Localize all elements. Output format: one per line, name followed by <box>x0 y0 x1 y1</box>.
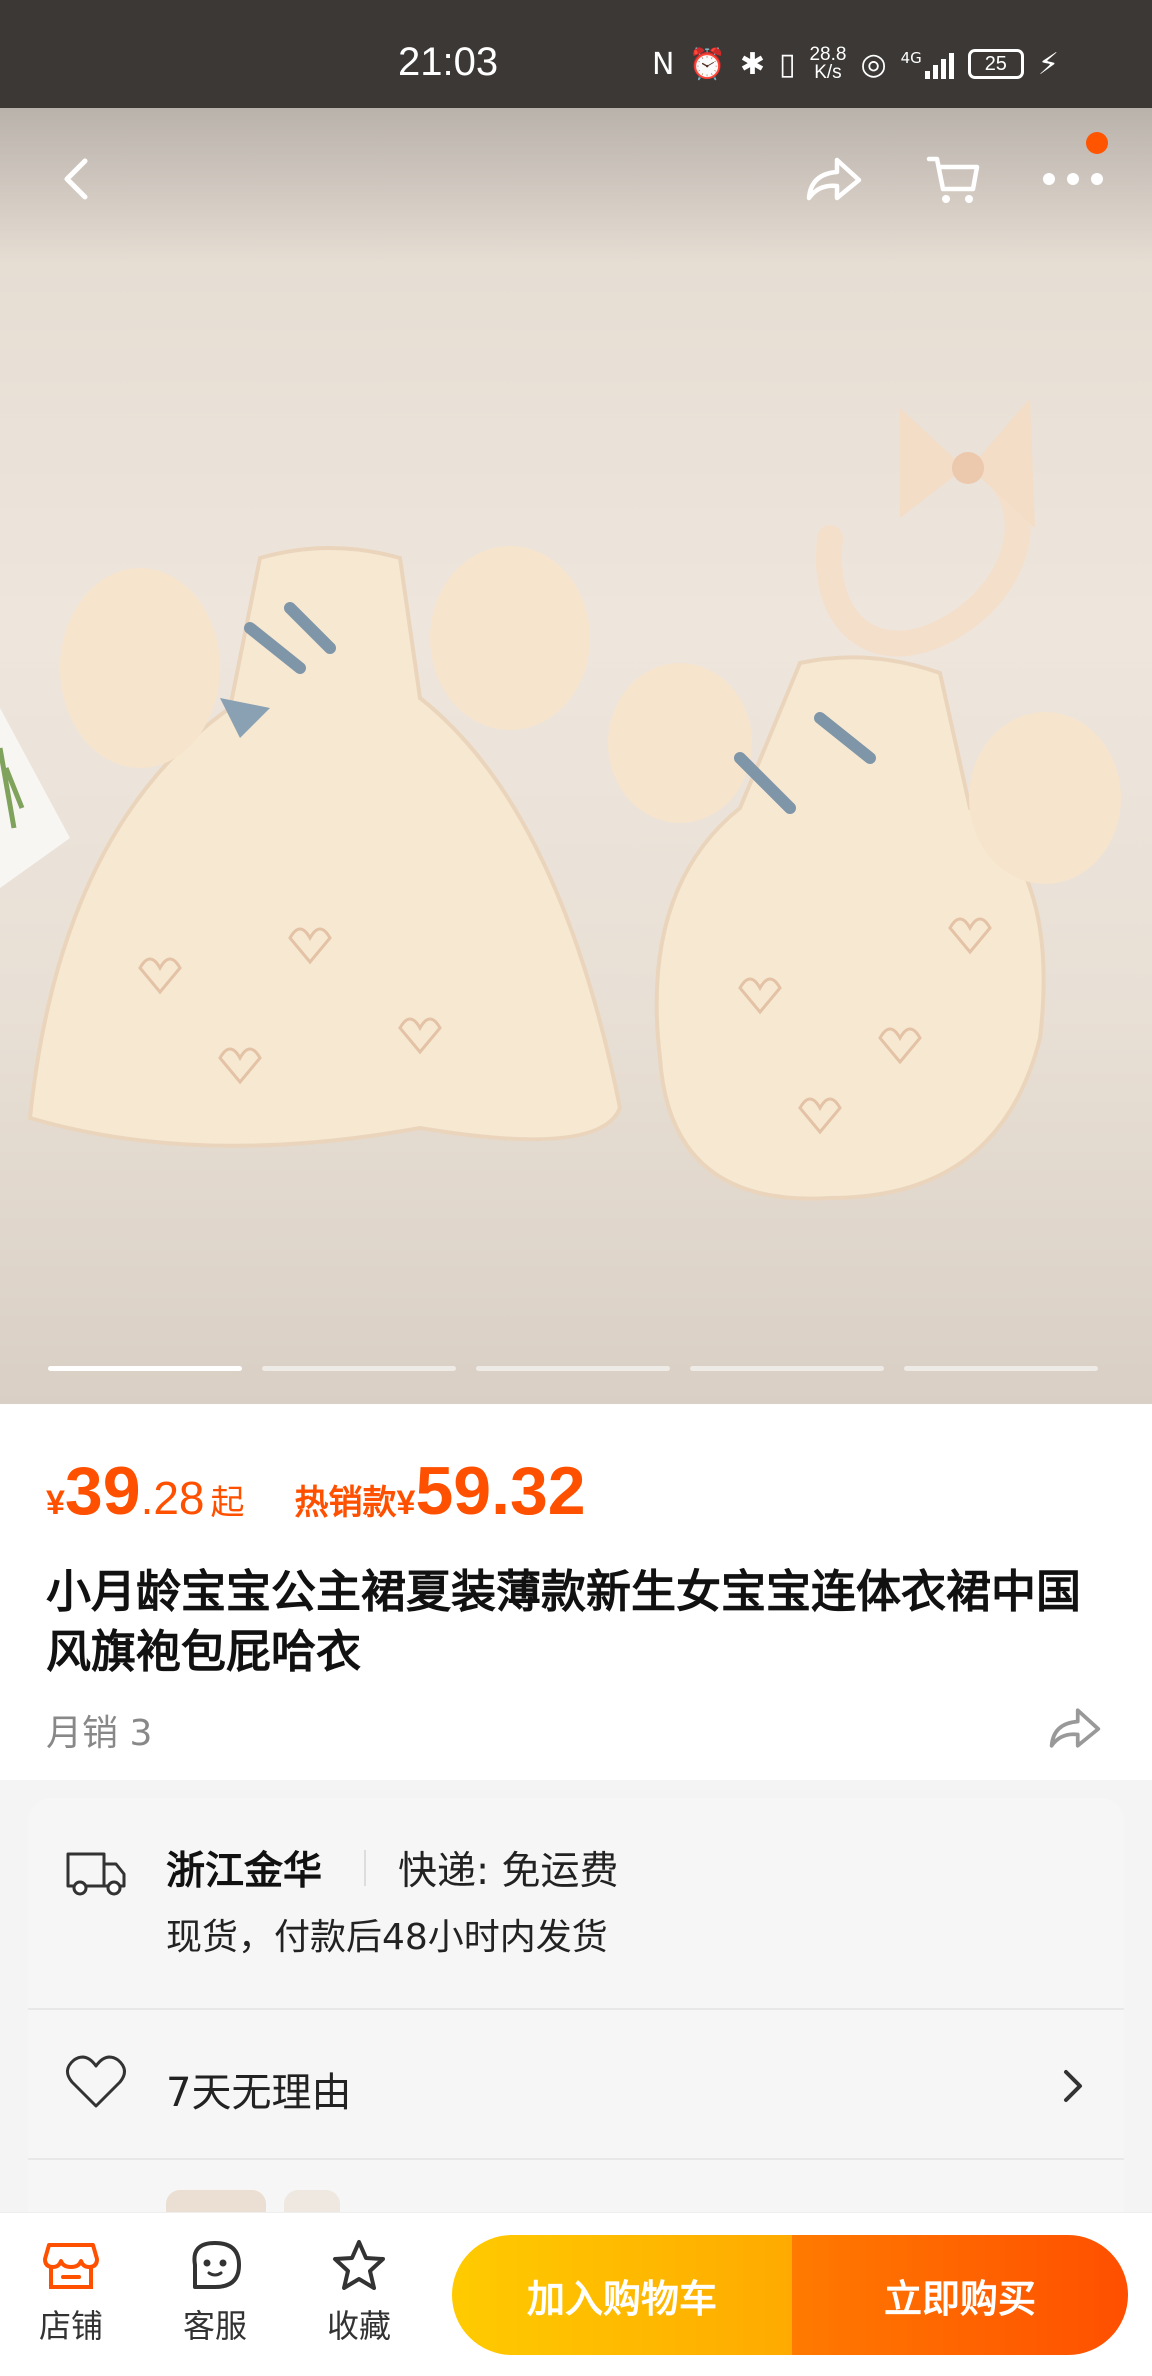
delivery-row[interactable]: 浙江金华 快递: 免运费 现货，付款后48小时内发货 <box>28 1798 1124 2010</box>
product-info: ¥ 39 .28 起 热销款 ¥ 59.32 小月龄宝宝公主裙夏装薄款新生女宝宝… <box>0 1404 1152 1780</box>
notification-dot <box>1086 132 1108 154</box>
gallery-dot[interactable] <box>904 1366 1098 1371</box>
customer-service-label: 客服 <box>182 2307 247 2345</box>
gallery-dot[interactable] <box>476 1366 670 1371</box>
hot-label: 热销款 <box>294 1483 397 1523</box>
gallery-indicator <box>48 1366 1098 1371</box>
bluetooth-icon: ✱ <box>739 46 765 82</box>
battery-icon: 25 <box>967 49 1024 79</box>
back-button[interactable] <box>32 134 122 224</box>
price-currency: ¥ <box>46 1484 65 1522</box>
favorite-tab[interactable]: 收藏 <box>304 2239 414 2359</box>
price-decimal: .28 <box>140 1472 205 1524</box>
stock-status: 现货，付款后48小时内发货 <box>166 1917 608 1958</box>
returns-policy: 7天无理由 <box>166 2070 352 2116</box>
monthly-sales: 月销 3 <box>46 1713 153 1754</box>
product-image[interactable] <box>0 108 1152 1404</box>
add-to-cart-button[interactable]: 加入购物车 <box>452 2235 792 2355</box>
share-icon <box>806 157 862 201</box>
net-speed: 28.8 K/s <box>809 44 847 83</box>
store-tab[interactable]: 店铺 <box>16 2239 126 2359</box>
nfc-icon: N <box>652 46 675 82</box>
ship-origin: 浙江金华 <box>166 1849 323 1894</box>
heart-icon <box>66 2055 126 2108</box>
cart-button[interactable] <box>908 134 998 224</box>
returns-row[interactable]: 7天无理由 <box>28 2010 1124 2160</box>
divider <box>364 1850 366 1886</box>
alarm-icon: ⏰ <box>688 46 726 82</box>
status-time: 21:03 <box>398 40 499 84</box>
hot-currency: ¥ <box>396 1484 416 1522</box>
bottom-action-bar: 店铺 客服 收藏 加入购物车 立即购买 <box>0 2212 1152 2376</box>
product-photo <box>0 398 1121 1201</box>
product-title: 小月龄宝宝公主裙夏装薄款新生女宝宝连体衣裙中国风旗袍包屁哈衣 <box>46 1565 1082 1678</box>
buy-now-button[interactable]: 立即购买 <box>792 2235 1128 2355</box>
charging-icon: ⚡ <box>1037 46 1059 82</box>
cart-icon <box>926 156 980 203</box>
hot-price: 59.32 <box>415 1453 586 1529</box>
chevron-right-icon <box>1064 2070 1082 2102</box>
shipping-fee: 快递: 免运费 <box>398 1849 619 1894</box>
hotspot-icon: ◎ <box>860 46 887 82</box>
top-nav <box>0 108 1152 252</box>
gallery-dot[interactable] <box>262 1366 456 1371</box>
star-icon <box>333 2240 385 2290</box>
customer-service-tab[interactable]: 客服 <box>160 2239 270 2359</box>
signal-icon: 4G <box>901 49 954 79</box>
status-icons: N ⏰ ✱ ▯ 28.8 K/s ◎ 4G 25 ⚡ <box>652 44 1059 84</box>
gallery-dot[interactable] <box>690 1366 884 1371</box>
vibrate-icon: ▯ <box>778 46 796 82</box>
store-icon <box>43 2243 99 2289</box>
share-button[interactable] <box>788 134 878 224</box>
price-row: ¥ 39 .28 起 热销款 ¥ 59.32 <box>46 1452 586 1532</box>
chat-icon <box>192 2241 241 2289</box>
favorite-label: 收藏 <box>326 2307 391 2345</box>
share-icon <box>1049 1708 1101 1748</box>
truck-icon <box>66 1852 126 1896</box>
gallery-dot[interactable] <box>48 1366 242 1371</box>
status-bar: 21:03 N ⏰ ✱ ▯ 28.8 K/s ◎ 4G 25 ⚡ <box>0 0 1152 108</box>
chevron-left-icon <box>64 158 88 200</box>
share-button-secondary[interactable] <box>1046 1702 1102 1754</box>
more-icon <box>1043 173 1103 185</box>
price-integer: 39 <box>64 1453 141 1529</box>
price-suffix: 起 <box>210 1484 245 1522</box>
store-label: 店铺 <box>38 2307 103 2345</box>
